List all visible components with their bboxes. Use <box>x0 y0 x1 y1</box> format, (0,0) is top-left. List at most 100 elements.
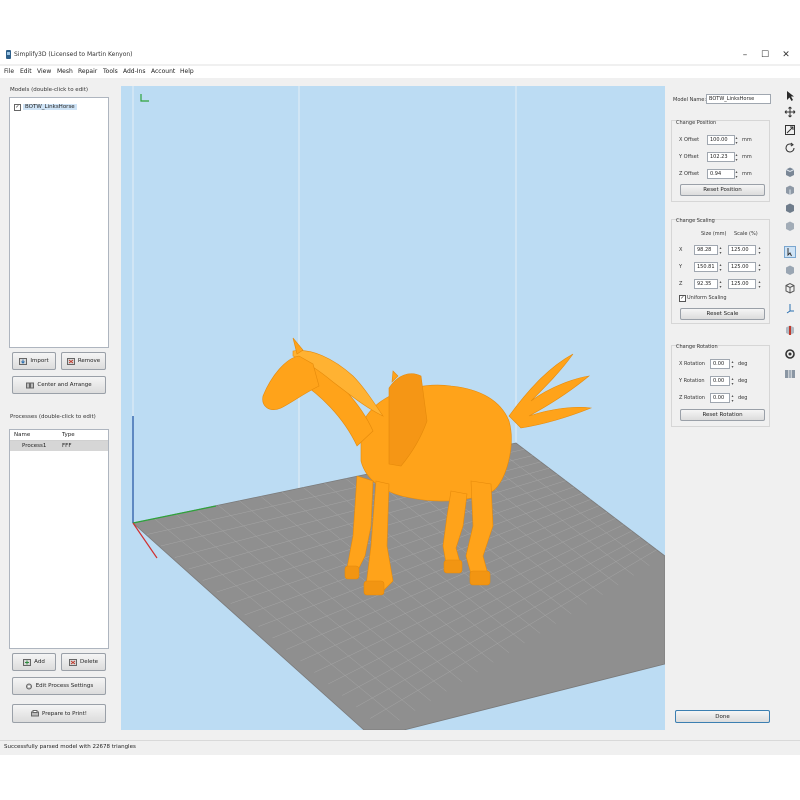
models-list[interactable]: ✓ BOTW_LinksHorse <box>9 97 109 348</box>
models-label: Models (double-click to edit) <box>10 87 89 93</box>
scale-y-field[interactable]: 125.00 <box>728 262 756 272</box>
z-offset-label: Z Offset <box>679 171 700 177</box>
minimize-button[interactable]: – <box>734 48 756 62</box>
build-volume-scene[interactable] <box>121 86 665 730</box>
size-y-field[interactable]: 150.81 <box>694 262 718 272</box>
reset-rotation-button[interactable]: Reset Rotation <box>680 409 765 421</box>
view-cube-top-icon[interactable] <box>784 166 796 178</box>
scale-z-axis-label: Z <box>679 281 683 287</box>
select-model-icon[interactable] <box>784 246 796 258</box>
menu-account[interactable]: Account <box>151 68 175 75</box>
size-header: Size (mm) <box>701 231 727 237</box>
maximize-button[interactable]: ☐ <box>754 48 776 62</box>
x-rotation-field[interactable]: 0.00 <box>710 359 730 369</box>
processes-table[interactable]: Name Type Process1 FFF <box>9 429 109 649</box>
select-arrow-icon[interactable] <box>784 90 796 102</box>
scale-header: Scale (%) <box>734 231 758 237</box>
y-offset-spinner[interactable]: ▴ ▾ <box>734 152 739 162</box>
scale-z-field[interactable]: 125.00 <box>728 279 756 289</box>
change-position-title: Change Position <box>676 120 717 126</box>
view-cube-side-icon[interactable] <box>784 202 796 214</box>
change-scaling-group: Change Scaling Size (mm) Scale (%) X 98.… <box>671 218 770 324</box>
menu-mesh[interactable]: Mesh <box>57 68 73 75</box>
view-corner-marker <box>140 94 149 102</box>
process-name: Process1 <box>22 443 47 449</box>
scale-x-spinner[interactable]: ▴ ▾ <box>757 245 762 255</box>
view-cube-iso-icon[interactable] <box>784 220 796 232</box>
menu-repair[interactable]: Repair <box>78 68 97 75</box>
window-title: Simplify3D (Licensed to Martin Kenyon) <box>14 51 133 58</box>
x-offset-field[interactable]: 100.00 <box>707 135 735 145</box>
processes-label: Processes (double-click to edit) <box>10 414 96 420</box>
y-offset-field[interactable]: 102.23 <box>707 152 735 162</box>
import-button[interactable]: Import <box>12 352 56 370</box>
y-rotation-field[interactable]: 0.00 <box>710 376 730 386</box>
x-offset-label: X Offset <box>679 137 700 143</box>
model-checkbox[interactable]: ✓ <box>14 103 21 111</box>
y-rotation-spinner[interactable]: ▴ ▾ <box>730 376 735 386</box>
z-offset-spinner[interactable]: ▴ ▾ <box>734 169 739 179</box>
view-toolbar <box>780 86 800 730</box>
status-bar: Successfully parsed model with 22678 tri… <box>0 740 800 755</box>
model-name: BOTW_LinksHorse <box>23 104 77 110</box>
size-z-spinner[interactable]: ▴ ▾ <box>718 279 723 289</box>
uniform-scaling-checkbox[interactable]: ✓ <box>679 295 686 302</box>
cross-section-icon[interactable] <box>784 324 796 336</box>
axis-icon[interactable] <box>784 302 796 314</box>
center-and-arrange-button[interactable]: Center and Arrange <box>12 376 106 394</box>
menu-view[interactable]: View <box>37 68 51 75</box>
scale-x-field[interactable]: 125.00 <box>728 245 756 255</box>
z-rotation-unit: deg <box>738 395 748 401</box>
status-text: Successfully parsed model with 22678 tri… <box>4 744 136 750</box>
change-position-group: Change Position X Offset 100.00 ▴ ▾ mm Y … <box>671 120 770 202</box>
z-offset-unit: mm <box>742 171 752 177</box>
change-rotation-group: Change Rotation X Rotation 0.00 ▴ ▾ deg Y… <box>671 344 770 427</box>
solid-cube-icon[interactable] <box>784 264 796 276</box>
z-rotation-spinner[interactable]: ▴ ▾ <box>730 393 735 403</box>
close-button[interactable]: ✕ <box>775 48 797 62</box>
scale-y-spinner[interactable]: ▴ ▾ <box>757 262 762 272</box>
edit-process-settings-button[interactable]: Edit Process Settings <box>12 677 106 695</box>
reset-position-button[interactable]: Reset Position <box>680 184 765 196</box>
z-offset-field[interactable]: 0.94 <box>707 169 735 179</box>
menu-help[interactable]: Help <box>180 68 194 75</box>
done-button[interactable]: Done <box>675 710 770 723</box>
columns-icon[interactable] <box>784 368 796 380</box>
z-rotation-field[interactable]: 0.00 <box>710 393 730 403</box>
list-item[interactable]: ✓ BOTW_LinksHorse <box>14 103 106 111</box>
y-offset-label: Y Offset <box>679 154 699 160</box>
size-z-field[interactable]: 92.35 <box>694 279 718 289</box>
delete-process-button[interactable]: Delete <box>61 653 106 671</box>
print-icon <box>30 710 39 717</box>
view-cube-front-icon[interactable] <box>784 184 796 196</box>
menu-add-ins[interactable]: Add-Ins <box>123 68 145 75</box>
x-rotation-spinner[interactable]: ▴ ▾ <box>730 359 735 369</box>
move-icon[interactable] <box>784 106 796 118</box>
3d-viewport[interactable] <box>121 86 665 730</box>
x-offset-spinner[interactable]: ▴ ▾ <box>734 135 739 145</box>
gear-icon[interactable] <box>784 348 796 360</box>
prepare-to-print-button[interactable]: Prepare to Print! <box>12 704 106 723</box>
change-scaling-title: Change Scaling <box>676 218 715 224</box>
scale-z-spinner[interactable]: ▴ ▾ <box>757 279 762 289</box>
zoom-icon[interactable] <box>784 124 796 136</box>
reset-scale-button[interactable]: Reset Scale <box>680 308 765 320</box>
delete-icon <box>68 658 77 666</box>
size-x-spinner[interactable]: ▴ ▾ <box>718 245 723 255</box>
scale-y-axis-label: Y <box>679 264 683 270</box>
model-settings-panel: Model Name: BOTW_LinksHorse Change Posit… <box>667 86 777 730</box>
remove-button[interactable]: Remove <box>61 352 106 370</box>
menu-edit[interactable]: Edit <box>20 68 32 75</box>
size-y-spinner[interactable]: ▴ ▾ <box>718 262 723 272</box>
table-row[interactable]: Process1 FFF <box>10 441 108 451</box>
menu-tools[interactable]: Tools <box>103 68 118 75</box>
wireframe-icon[interactable] <box>784 282 796 294</box>
model-name-field[interactable]: BOTW_LinksHorse <box>706 94 771 104</box>
column-type-header: Type <box>62 432 75 438</box>
add-process-button[interactable]: Add <box>12 653 56 671</box>
size-x-field[interactable]: 98.28 <box>694 245 718 255</box>
change-rotation-title: Change Rotation <box>676 344 718 350</box>
rotate-view-icon[interactable] <box>784 142 796 154</box>
x-offset-unit: mm <box>742 137 752 143</box>
menu-file[interactable]: File <box>4 68 14 75</box>
